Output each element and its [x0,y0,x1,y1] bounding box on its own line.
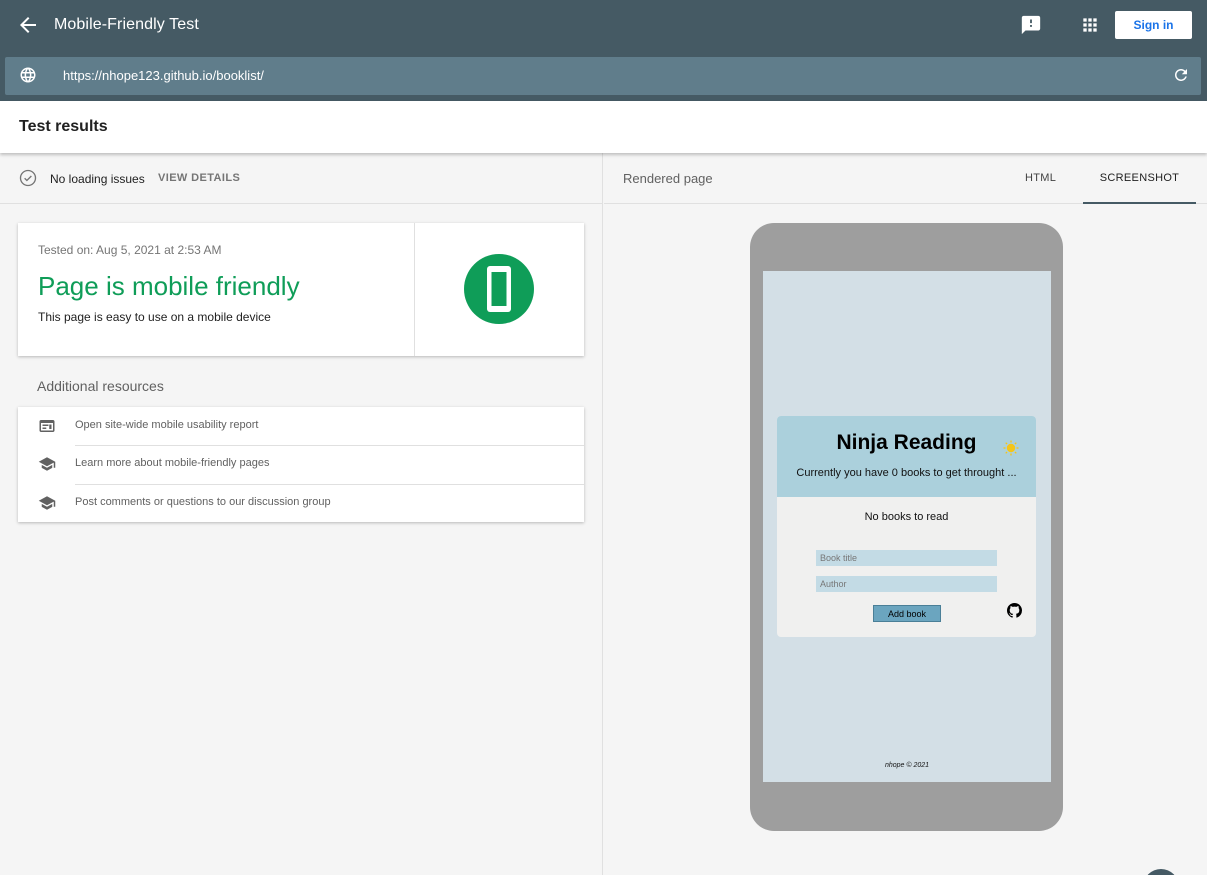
status-row: No loading issues VIEW DETAILS [0,153,603,204]
resource-item-learn-more[interactable]: Learn more about mobile-friendly pages [18,445,584,483]
tab-html[interactable]: HTML [1025,172,1056,184]
globe-icon [20,67,36,83]
resource-label[interactable]: Learn more about mobile-friendly pages [75,457,269,469]
resource-label[interactable]: Post comments or questions to our discus… [75,496,331,508]
tab-screenshot[interactable]: SCREENSHOT [1083,153,1196,204]
book-title-input[interactable] [816,550,997,566]
booklist-title: Ninja Reading [836,431,977,454]
resource-label[interactable]: Open site-wide mobile usability report [75,419,258,431]
status-text: No loading issues [50,172,145,186]
url-text[interactable]: https://nhope123.github.io/booklist/ [63,68,264,83]
sun-icon [1003,440,1019,456]
resources-card: Open site-wide mobile usability report L… [18,407,584,522]
booklist-footer: nhope © 2021 [884,762,930,769]
results-bar: Test results [0,101,1207,153]
result-subtitle: This page is easy to use on a mobile dev… [38,310,271,324]
resource-item-discussion-group[interactable]: Post comments or questions to our discus… [18,484,584,522]
arrow-back-icon[interactable] [16,13,40,37]
school-icon [38,496,56,510]
rendered-page-header: Rendered page HTML SCREENSHOT [604,153,1207,204]
refresh-icon[interactable] [1172,66,1190,84]
sign-in-button[interactable]: Sign in [1115,11,1192,39]
result-headline: Page is mobile friendly [38,271,300,301]
booklist-subtitle: Currently you have 0 books to get throug… [796,467,1017,479]
phone-screenshot: Ninja Reading Currently you have 0 books… [763,271,1051,782]
app-title: Mobile-Friendly Test [54,16,199,33]
school-icon [38,457,56,471]
mobile-friendly-badge [464,254,534,324]
left-pane: No loading issues VIEW DETAILS Tested on… [0,153,603,875]
booklist-card: Ninja Reading Currently you have 0 books… [777,416,1036,637]
feedback-icon[interactable] [1020,14,1042,36]
resource-item-usability-report[interactable]: Open site-wide mobile usability report [18,407,584,445]
booklist-header: Ninja Reading Currently you have 0 books… [777,416,1036,497]
report-icon [39,420,55,432]
github-icon[interactable] [1007,603,1022,618]
rendered-page-title: Rendered page [623,171,713,186]
phone-frame: Ninja Reading Currently you have 0 books… [750,223,1063,831]
card-divider [414,223,415,356]
empty-list-text: No books to read [864,511,949,523]
results-title: Test results [19,118,108,135]
smartphone-icon [487,266,511,312]
result-card: Tested on: Aug 5, 2021 at 2:53 AM Page i… [18,223,584,356]
app-bar: Mobile-Friendly Test Sign in https://nho… [0,0,1207,101]
apps-grid-icon[interactable] [1080,15,1100,35]
check-circle-icon [19,169,37,187]
resources-heading: Additional resources [37,378,164,394]
tested-on-date: Tested on: Aug 5, 2021 at 2:53 AM [38,243,222,257]
add-book-button[interactable]: Add book [873,605,941,622]
author-input[interactable] [816,576,997,592]
url-bar[interactable]: https://nhope123.github.io/booklist/ [5,57,1201,95]
rendered-page-pane: Rendered page HTML SCREENSHOT Ninja Read… [604,153,1207,875]
view-details-button[interactable]: VIEW DETAILS [158,172,240,184]
